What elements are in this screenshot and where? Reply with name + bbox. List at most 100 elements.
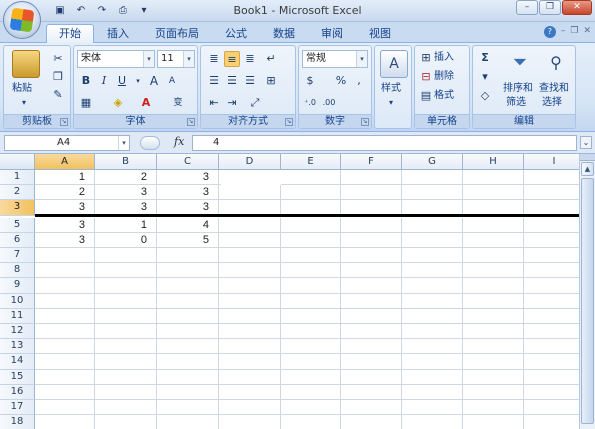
- align-top-icon[interactable]: ≣: [206, 51, 222, 67]
- row-header[interactable]: 5: [0, 217, 35, 233]
- cell[interactable]: [219, 232, 281, 248]
- cell[interactable]: [524, 370, 579, 385]
- cell[interactable]: [524, 294, 579, 309]
- column-header[interactable]: C: [157, 154, 219, 170]
- styles-icon[interactable]: A: [380, 50, 408, 78]
- autosum-button[interactable]: Σ: [477, 50, 493, 66]
- cell[interactable]: [341, 339, 402, 355]
- cell[interactable]: [402, 263, 463, 279]
- cell[interactable]: [524, 385, 579, 400]
- cell[interactable]: [157, 339, 219, 355]
- ribbon-minimize-icon[interactable]: –: [561, 26, 566, 38]
- cell[interactable]: [35, 324, 95, 340]
- office-button[interactable]: [3, 1, 41, 39]
- split-box[interactable]: [580, 154, 595, 161]
- cell[interactable]: 3: [35, 217, 95, 233]
- cell[interactable]: [402, 324, 463, 340]
- cell[interactable]: [95, 293, 157, 309]
- number-format-select[interactable]: 常规 ▾: [302, 50, 368, 68]
- cell[interactable]: [95, 384, 157, 400]
- cell[interactable]: [341, 415, 402, 429]
- insert-function-button[interactable]: fx: [174, 135, 184, 148]
- cell[interactable]: [402, 384, 463, 400]
- cell[interactable]: [524, 400, 579, 416]
- cell[interactable]: [341, 217, 402, 233]
- cell[interactable]: [463, 354, 524, 370]
- cell[interactable]: [219, 339, 281, 355]
- close-button[interactable]: ✕: [562, 0, 592, 15]
- grow-font-button[interactable]: A: [146, 73, 162, 89]
- cell[interactable]: [157, 354, 219, 370]
- cell[interactable]: [157, 278, 219, 294]
- underline-button[interactable]: U: [114, 73, 130, 89]
- cell[interactable]: [402, 415, 463, 429]
- cut-icon[interactable]: ✂: [50, 51, 66, 67]
- cell[interactable]: [463, 170, 524, 186]
- tab-home[interactable]: 开始: [46, 24, 94, 44]
- formula-input[interactable]: 4: [192, 135, 577, 151]
- cell[interactable]: [35, 263, 95, 279]
- column-header[interactable]: H: [463, 154, 524, 170]
- cell[interactable]: [157, 308, 219, 324]
- cell[interactable]: [281, 248, 341, 264]
- row-header[interactable]: 17: [0, 400, 35, 416]
- cell[interactable]: 2: [35, 185, 95, 201]
- cell[interactable]: [281, 232, 341, 248]
- cell[interactable]: 0: [95, 232, 157, 248]
- delete-cells-icon[interactable]: ⊟: [418, 69, 434, 85]
- cell[interactable]: [463, 308, 524, 324]
- cell[interactable]: [341, 248, 402, 264]
- cell[interactable]: [35, 415, 95, 429]
- align-right-icon[interactable]: ☰: [242, 73, 258, 89]
- cell[interactable]: [463, 324, 524, 340]
- scroll-thumb[interactable]: [581, 178, 594, 424]
- cell[interactable]: [219, 400, 281, 416]
- cell[interactable]: [157, 324, 219, 340]
- cell[interactable]: [281, 339, 341, 355]
- tab-view[interactable]: 视图: [356, 24, 404, 43]
- cell[interactable]: [35, 369, 95, 385]
- cell[interactable]: [219, 293, 281, 309]
- cell[interactable]: [95, 339, 157, 355]
- row-header[interactable]: 10: [0, 293, 35, 309]
- percent-button[interactable]: %: [333, 73, 349, 89]
- workbook-restore-icon[interactable]: ❐: [570, 26, 578, 38]
- cell[interactable]: [281, 415, 341, 429]
- cell[interactable]: [341, 170, 402, 186]
- row-header[interactable]: 8: [0, 263, 35, 279]
- cell[interactable]: [463, 339, 524, 355]
- sort-filter-label2[interactable]: 筛选: [506, 94, 526, 112]
- cell[interactable]: [35, 278, 95, 294]
- row-header[interactable]: 2: [0, 185, 35, 201]
- column-header[interactable]: B: [95, 154, 157, 170]
- cell[interactable]: [341, 185, 402, 201]
- cell[interactable]: [402, 369, 463, 385]
- row-header[interactable]: 11: [0, 308, 35, 324]
- cell[interactable]: [281, 278, 341, 294]
- cell[interactable]: [281, 384, 341, 400]
- cell[interactable]: [463, 369, 524, 385]
- alignment-launcher-icon[interactable]: ↘: [285, 118, 293, 126]
- cell[interactable]: [95, 415, 157, 429]
- cell[interactable]: [281, 185, 341, 201]
- cell[interactable]: [281, 263, 341, 279]
- cell[interactable]: [463, 415, 524, 429]
- decrease-indent-icon[interactable]: ⇤: [206, 95, 222, 111]
- cell[interactable]: [341, 324, 402, 340]
- row-header[interactable]: 13: [0, 339, 35, 355]
- wrap-text-icon[interactable]: ↵: [263, 51, 279, 67]
- cell[interactable]: [95, 354, 157, 370]
- cell[interactable]: [219, 263, 281, 279]
- increase-indent-icon[interactable]: ⇥: [224, 95, 240, 111]
- italic-button[interactable]: I: [96, 73, 112, 89]
- cell[interactable]: [524, 415, 579, 429]
- find-select-label2[interactable]: 选择: [542, 94, 562, 112]
- cell[interactable]: [402, 354, 463, 370]
- column-header[interactable]: D: [219, 154, 281, 170]
- cell[interactable]: [524, 263, 579, 279]
- cell[interactable]: 3: [95, 185, 157, 201]
- cell[interactable]: 3: [157, 185, 219, 201]
- cell[interactable]: [219, 217, 281, 233]
- cell[interactable]: [219, 369, 281, 385]
- cell[interactable]: [35, 354, 95, 370]
